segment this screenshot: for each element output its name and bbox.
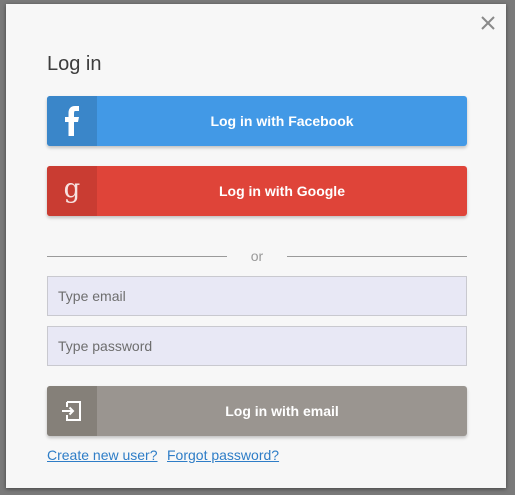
login-icon: [62, 401, 81, 421]
facebook-icon: [65, 106, 79, 136]
facebook-login-label: Log in with Facebook: [210, 113, 354, 129]
dialog-title: Log in: [47, 53, 102, 75]
create-user-link[interactable]: Create new user?: [47, 447, 158, 463]
login-icon-box: [47, 386, 97, 436]
google-login-label: Log in with Google: [219, 183, 345, 199]
close-icon: [481, 16, 495, 30]
divider-or: or: [250, 248, 264, 264]
google-icon: g: [64, 176, 81, 204]
email-login-label: Log in with email: [225, 403, 339, 419]
forgot-password-link[interactable]: Forgot password?: [167, 447, 279, 463]
svg-text:g: g: [64, 176, 81, 204]
email-field[interactable]: [47, 276, 467, 316]
google-login-button[interactable]: g Log in with Google: [47, 166, 467, 216]
divider-line-left: [47, 256, 227, 257]
google-icon-box: g: [47, 166, 97, 216]
password-field[interactable]: [47, 326, 467, 366]
divider-line-right: [287, 256, 467, 257]
email-login-button[interactable]: Log in with email: [47, 386, 467, 436]
login-dialog: Log in Log in with Facebook g Log in wit…: [6, 4, 506, 488]
facebook-icon-box: [47, 96, 97, 146]
facebook-login-button[interactable]: Log in with Facebook: [47, 96, 467, 146]
close-button[interactable]: [478, 13, 498, 33]
